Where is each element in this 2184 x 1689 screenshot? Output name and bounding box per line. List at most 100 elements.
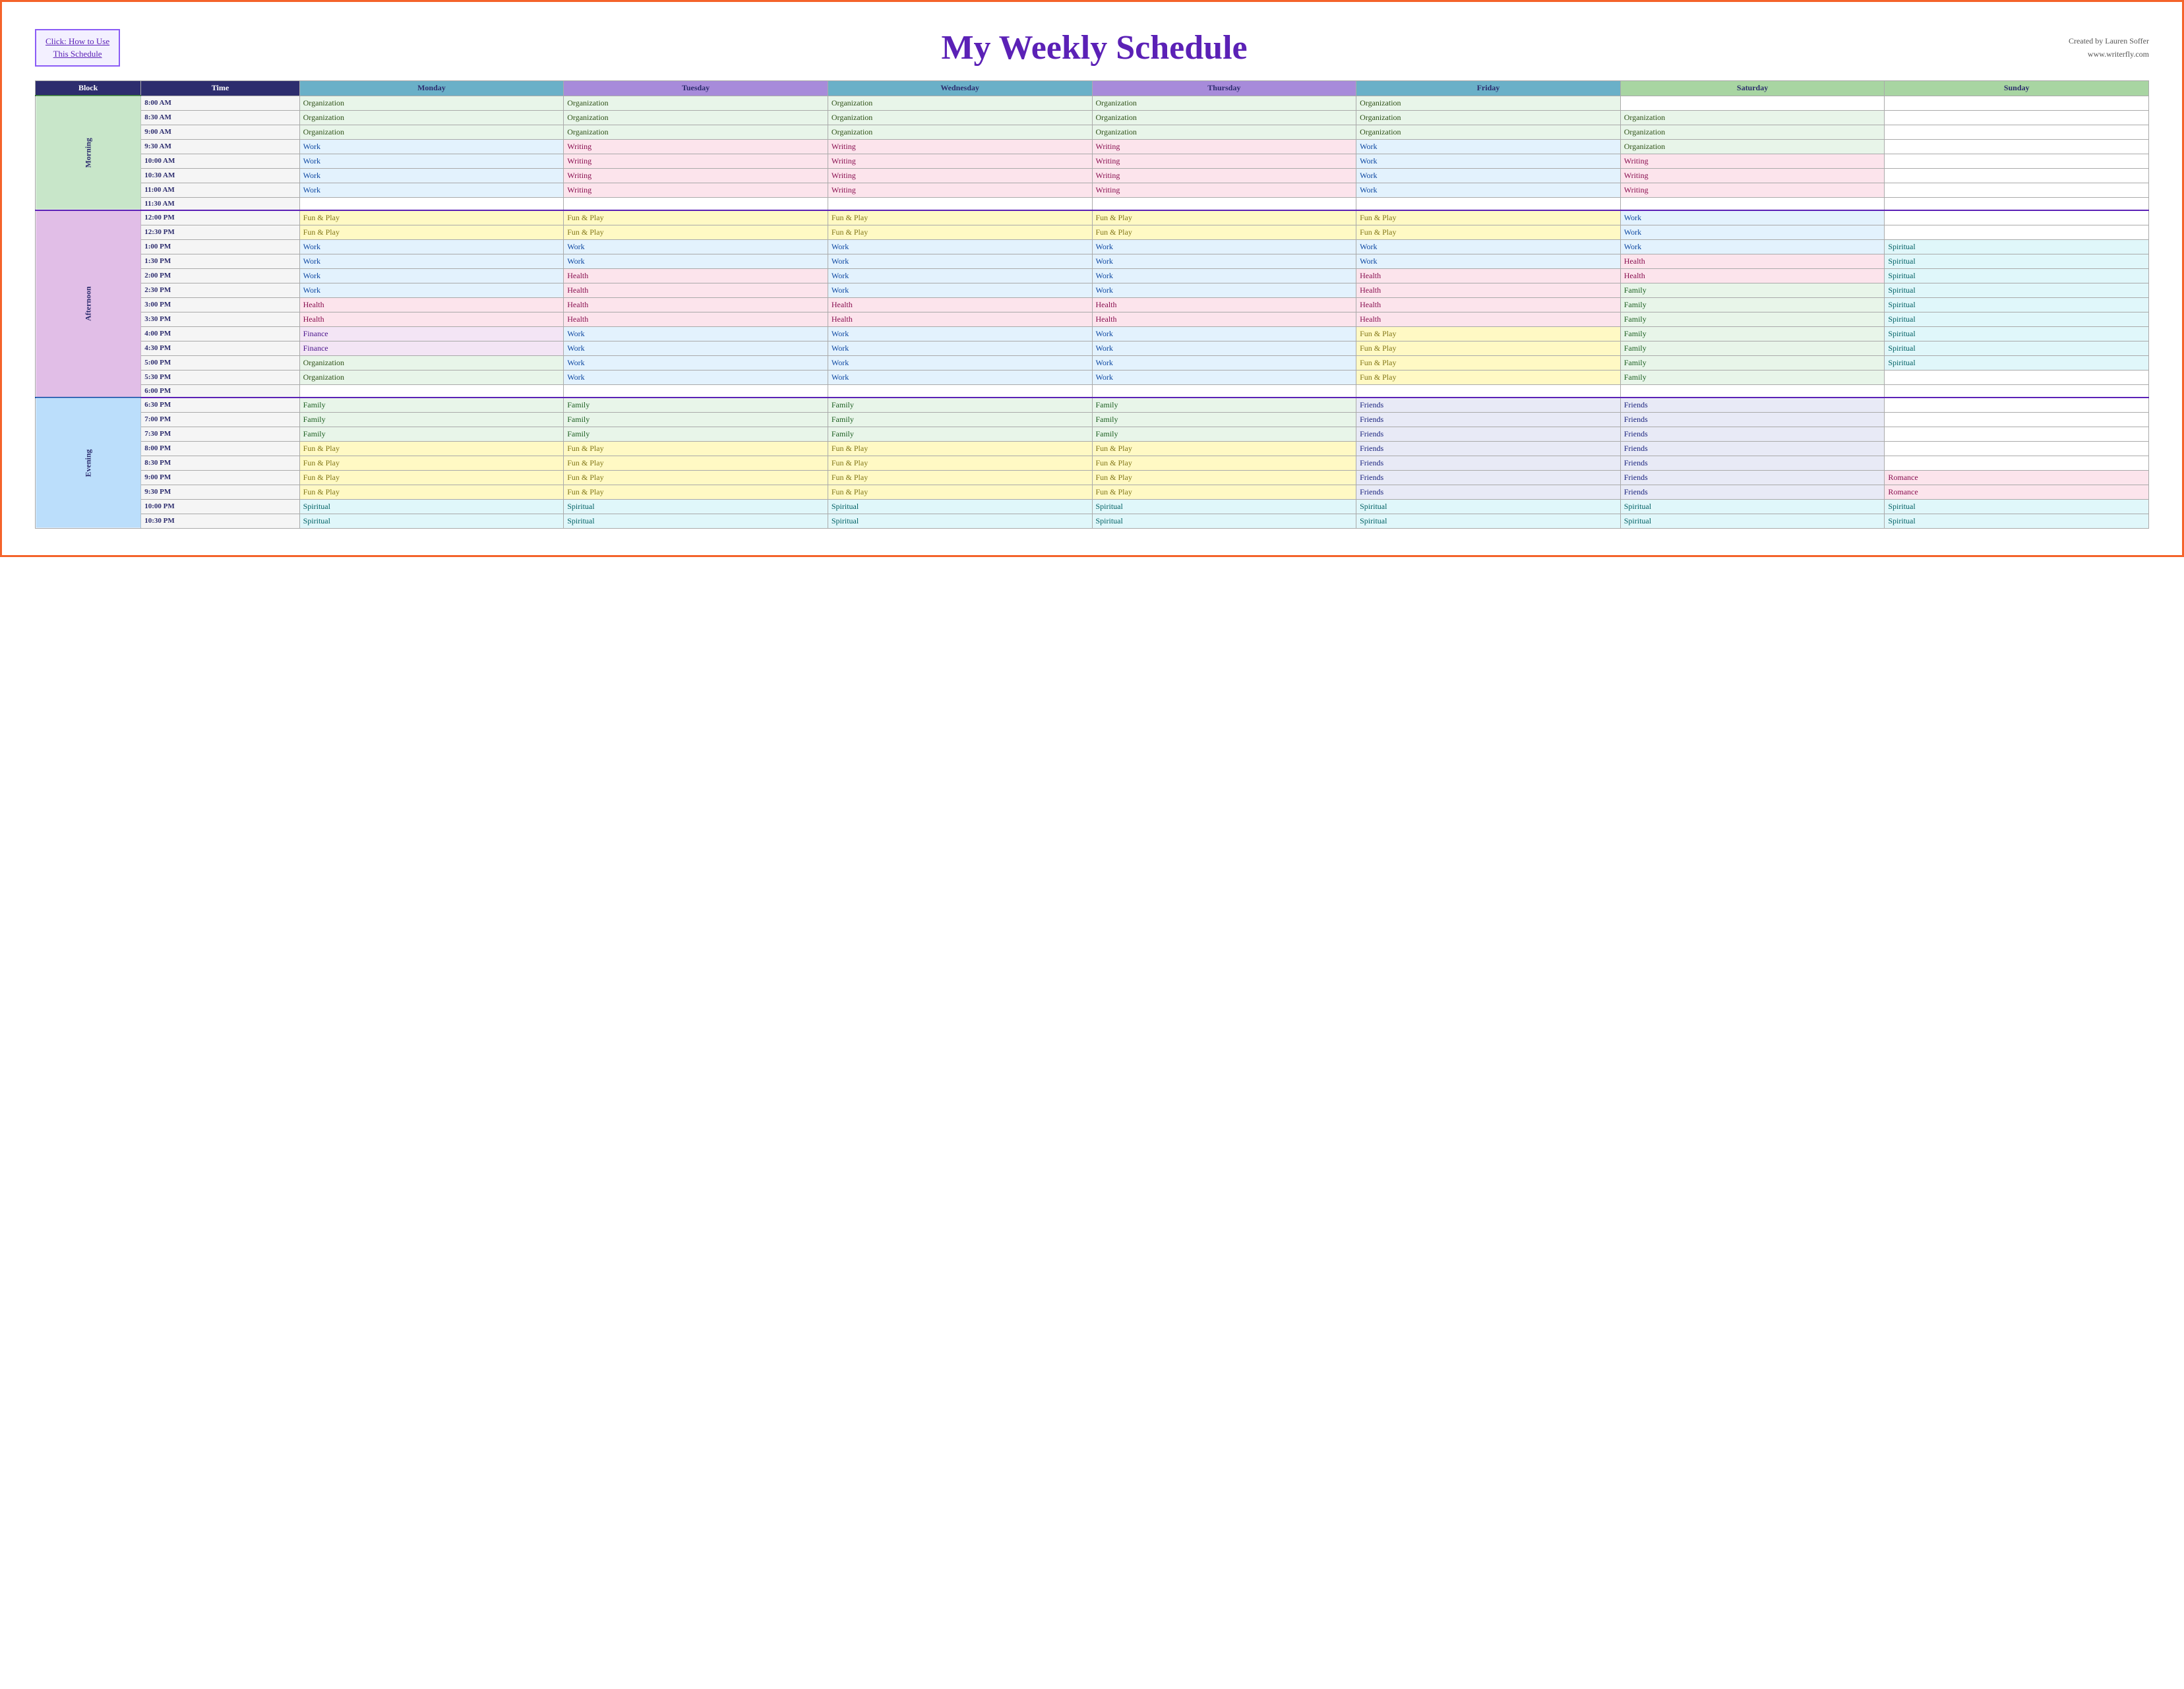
activity-cell-wednesday: Organization bbox=[828, 110, 1092, 125]
activity-cell-sunday: Spiritual bbox=[1885, 326, 2149, 341]
activity-cell-tuesday: Family bbox=[564, 412, 828, 427]
activity-cell-monday: Fun & Play bbox=[299, 441, 564, 456]
activity-cell-friday: Fun & Play bbox=[1356, 341, 1621, 355]
how-to-link-button[interactable]: Click: How to Use This Schedule bbox=[35, 29, 120, 66]
activity-cell-thursday: Family bbox=[1092, 398, 1356, 413]
activity-cell-monday: Organization bbox=[299, 110, 564, 125]
time-cell: 3:30 PM bbox=[141, 312, 299, 326]
activity-cell-sunday: Spiritual bbox=[1885, 254, 2149, 268]
table-row: 4:00 PMFinanceWorkWorkWorkFun & PlayFami… bbox=[36, 326, 2149, 341]
activity-cell-sunday: Spiritual bbox=[1885, 239, 2149, 254]
activity-cell-friday: Friends bbox=[1356, 398, 1621, 413]
activity-cell-saturday: Friends bbox=[1620, 470, 1885, 485]
activity-cell-tuesday: Fun & Play bbox=[564, 225, 828, 239]
time-cell: 5:30 PM bbox=[141, 370, 299, 384]
activity-cell-saturday: Work bbox=[1620, 239, 1885, 254]
time-cell: 3:00 PM bbox=[141, 297, 299, 312]
activity-cell-wednesday: Writing bbox=[828, 139, 1092, 154]
time-cell: 5:00 PM bbox=[141, 355, 299, 370]
activity-cell-sunday bbox=[1885, 398, 2149, 413]
activity-cell-friday: Work bbox=[1356, 154, 1621, 168]
credit-line2: www.writerfly.com bbox=[2088, 49, 2149, 59]
table-row: 5:30 PMOrganizationWorkWorkWorkFun & Pla… bbox=[36, 370, 2149, 384]
header-row: Block Time Monday Tuesday Wednesday Thur… bbox=[36, 81, 2149, 96]
activity-cell-monday: Fun & Play bbox=[299, 456, 564, 470]
time-cell: 11:00 AM bbox=[141, 183, 299, 197]
time-cell: 8:00 AM bbox=[141, 96, 299, 110]
activity-cell-tuesday: Health bbox=[564, 297, 828, 312]
activity-cell-sunday: Spiritual bbox=[1885, 312, 2149, 326]
activity-cell-monday: Family bbox=[299, 427, 564, 441]
activity-cell-wednesday: Health bbox=[828, 297, 1092, 312]
activity-cell-monday: Work bbox=[299, 254, 564, 268]
activity-cell-wednesday: Work bbox=[828, 326, 1092, 341]
activity-cell-sunday bbox=[1885, 139, 2149, 154]
activity-cell-wednesday: Writing bbox=[828, 183, 1092, 197]
activity-cell-monday: Spiritual bbox=[299, 499, 564, 514]
activity-cell-sunday: Spiritual bbox=[1885, 268, 2149, 283]
activity-cell-thursday bbox=[1092, 197, 1356, 210]
activity-cell-saturday bbox=[1620, 384, 1885, 398]
activity-cell-wednesday: Work bbox=[828, 283, 1092, 297]
activity-cell-monday: Fun & Play bbox=[299, 485, 564, 499]
col-block: Block bbox=[36, 81, 141, 96]
credit-text: Created by Lauren Soffer www.writerfly.c… bbox=[2069, 35, 2149, 60]
table-row: 2:00 PMWorkHealthWorkWorkHealthHealthSpi… bbox=[36, 268, 2149, 283]
time-cell: 9:30 AM bbox=[141, 139, 299, 154]
activity-cell-friday: Fun & Play bbox=[1356, 370, 1621, 384]
activity-cell-thursday: Work bbox=[1092, 355, 1356, 370]
time-cell: 12:00 PM bbox=[141, 210, 299, 225]
activity-cell-monday: Finance bbox=[299, 341, 564, 355]
activity-cell-thursday: Work bbox=[1092, 341, 1356, 355]
time-cell: 10:30 PM bbox=[141, 514, 299, 528]
activity-cell-monday: Work bbox=[299, 268, 564, 283]
table-row: 5:00 PMOrganizationWorkWorkWorkFun & Pla… bbox=[36, 355, 2149, 370]
how-to-line1: Click: How to Use bbox=[46, 36, 109, 46]
activity-cell-thursday: Spiritual bbox=[1092, 514, 1356, 528]
activity-cell-saturday: Work bbox=[1620, 225, 1885, 239]
page-title: My Weekly Schedule bbox=[120, 28, 2069, 67]
table-row: 10:00 PMSpiritualSpiritualSpiritualSpiri… bbox=[36, 499, 2149, 514]
time-cell: 4:00 PM bbox=[141, 326, 299, 341]
col-tuesday: Tuesday bbox=[564, 81, 828, 96]
activity-cell-friday: Friends bbox=[1356, 441, 1621, 456]
table-row: 10:30 AMWorkWritingWritingWritingWorkWri… bbox=[36, 168, 2149, 183]
activity-cell-monday: Health bbox=[299, 312, 564, 326]
activity-cell-tuesday: Health bbox=[564, 283, 828, 297]
activity-cell-tuesday: Organization bbox=[564, 110, 828, 125]
activity-cell-wednesday: Fun & Play bbox=[828, 441, 1092, 456]
activity-cell-monday: Spiritual bbox=[299, 514, 564, 528]
activity-cell-monday: Health bbox=[299, 297, 564, 312]
activity-cell-monday: Organization bbox=[299, 96, 564, 110]
activity-cell-thursday: Work bbox=[1092, 370, 1356, 384]
time-cell: 9:00 AM bbox=[141, 125, 299, 139]
activity-cell-tuesday: Writing bbox=[564, 183, 828, 197]
activity-cell-wednesday: Work bbox=[828, 268, 1092, 283]
time-cell: 12:30 PM bbox=[141, 225, 299, 239]
activity-cell-saturday: Writing bbox=[1620, 183, 1885, 197]
activity-cell-monday: Work bbox=[299, 283, 564, 297]
activity-cell-tuesday: Work bbox=[564, 254, 828, 268]
activity-cell-sunday bbox=[1885, 456, 2149, 470]
activity-cell-saturday: Organization bbox=[1620, 125, 1885, 139]
activity-cell-saturday: Friends bbox=[1620, 456, 1885, 470]
activity-cell-sunday: Spiritual bbox=[1885, 297, 2149, 312]
activity-cell-wednesday: Work bbox=[828, 370, 1092, 384]
table-row: 3:30 PMHealthHealthHealthHealthHealthFam… bbox=[36, 312, 2149, 326]
activity-cell-friday: Friends bbox=[1356, 427, 1621, 441]
activity-cell-sunday bbox=[1885, 168, 2149, 183]
activity-cell-friday: Organization bbox=[1356, 125, 1621, 139]
activity-cell-thursday: Family bbox=[1092, 427, 1356, 441]
activity-cell-wednesday: Work bbox=[828, 254, 1092, 268]
activity-cell-tuesday: Work bbox=[564, 326, 828, 341]
table-row: 6:00 PM bbox=[36, 384, 2149, 398]
table-row: 1:00 PMWorkWorkWorkWorkWorkWorkSpiritual bbox=[36, 239, 2149, 254]
block-label-afternoon: Afternoon bbox=[36, 210, 141, 398]
activity-cell-friday: Work bbox=[1356, 139, 1621, 154]
time-cell: 6:30 PM bbox=[141, 398, 299, 413]
activity-cell-friday: Health bbox=[1356, 297, 1621, 312]
activity-cell-tuesday: Fun & Play bbox=[564, 456, 828, 470]
activity-cell-wednesday: Family bbox=[828, 412, 1092, 427]
activity-cell-friday: Friends bbox=[1356, 412, 1621, 427]
activity-cell-tuesday: Work bbox=[564, 370, 828, 384]
